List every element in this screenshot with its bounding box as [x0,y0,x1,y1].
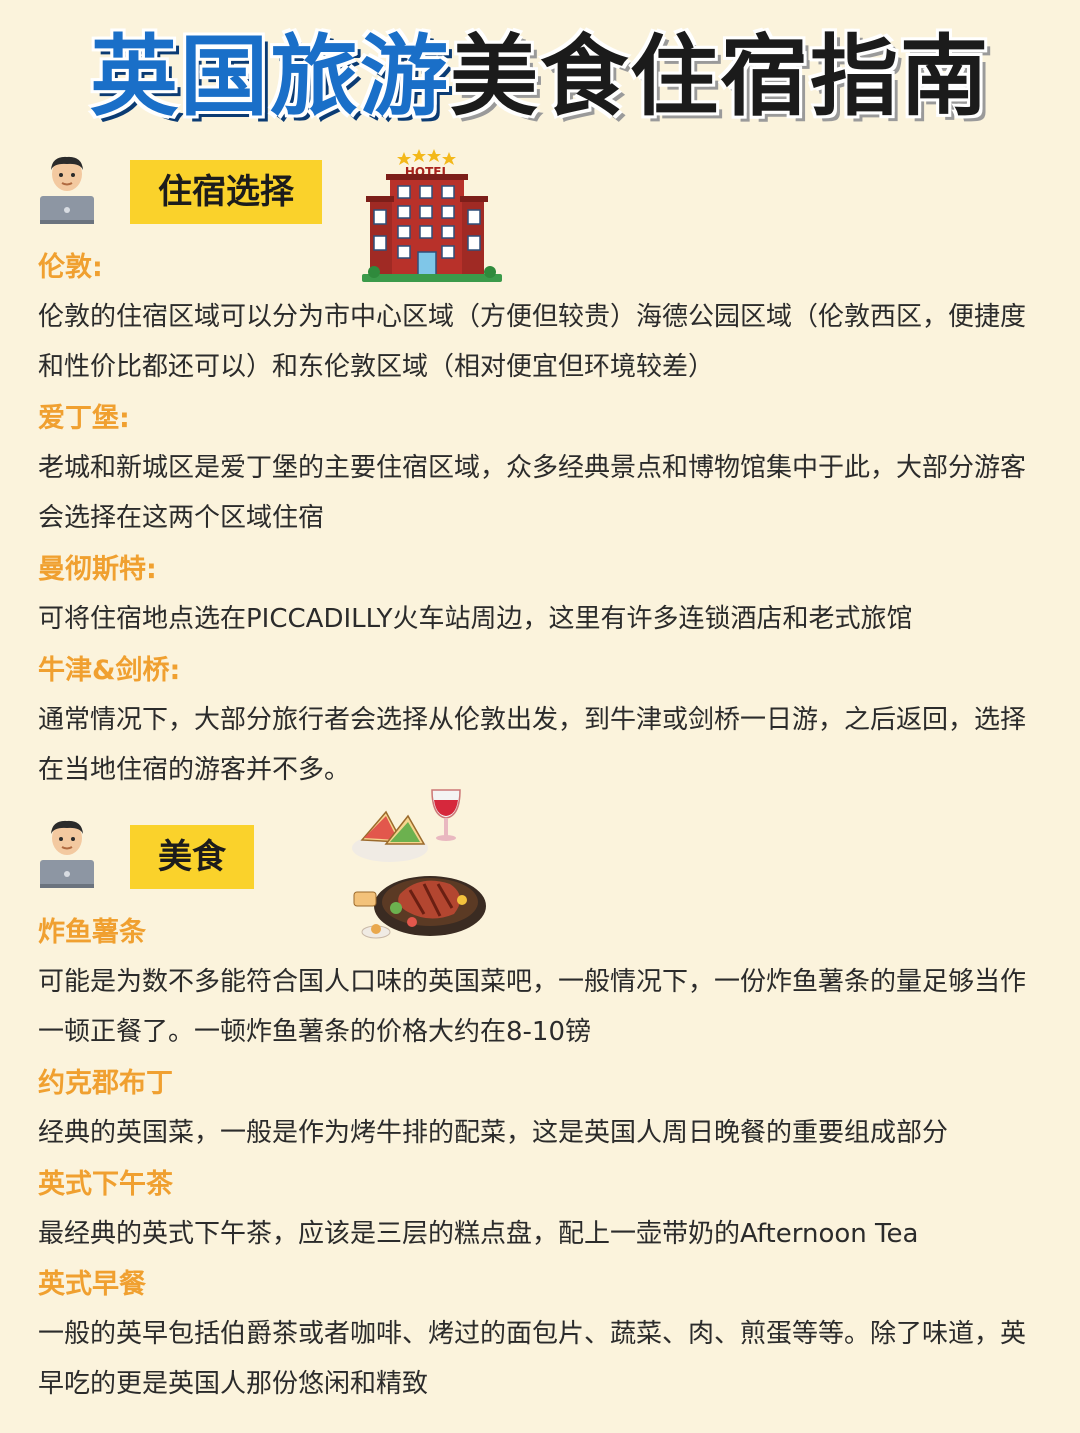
lodging-item-oxbridge-text: 通常情况下，大部分旅行者会选择从伦敦出发，到牛津或剑桥一日游，之后返回，选择在当… [38,705,1027,785]
lodging-item-manchester-name: 曼彻斯特: [38,554,157,585]
lodging-item-london-name: 伦敦: [38,252,103,283]
food-tag: 美食 [130,825,254,889]
page-title: 英国旅游美食住宿指南 [0,22,1080,132]
food-item-afternoon-tea-text: 最经典的英式下午茶，应该是三层的糕点盘，配上一壶带奶的Afternoon Tea [38,1219,919,1249]
food-item-yorkshire-pudding-text: 经典的英国菜，一般是作为烤牛排的配菜，这是英国人周日晚餐的重要组成部分 [38,1118,949,1148]
lodging-tag: 住宿选择 [130,160,322,224]
food-item-fish-chips-text: 可能是为数不多能符合国人口味的英国菜吧，一般情况下，一份炸鱼薯条的量足够当作一顿… [38,967,1027,1047]
lodging-item-manchester-text: 可将住宿地点选在PICCADILLY火车站周边，这里有许多连锁酒店和老式旅馆 [38,604,913,634]
lodging-item-london-text: 伦敦的住宿区域可以分为市中心区域（方便但较贵）海德公园区域（伦敦西区，便捷度和性… [38,302,1027,382]
title-part-2: 美食住宿指南 [450,25,991,128]
food-platter-icon [352,789,486,939]
food-item-yorkshire-pudding-name: 约克郡布丁 [38,1068,173,1099]
hotel-building-icon: HOTEL [362,149,502,282]
man-with-laptop-icon [40,156,94,224]
food-item-fish-chips-name: 炸鱼薯条 [38,917,146,948]
lodging-item-oxbridge-name: 牛津&剑桥: [38,655,181,686]
food-item-english-breakfast-text: 一般的英早包括伯爵茶或者咖啡、烤过的面包片、蔬菜、肉、煎蛋等等。除了味道，英早吃… [38,1319,1027,1399]
lodging-item-edinburgh-name: 爱丁堡: [38,403,130,434]
food-item-afternoon-tea-name: 英式下午茶 [38,1169,173,1200]
man-with-laptop-icon [40,820,94,888]
lodging-item-edinburgh-text: 老城和新城区是爱丁堡的主要住宿区域，众多经典景点和博物馆集中于此，大部分游客会选… [38,453,1027,533]
title-part-1: 英国旅游 [89,25,450,128]
food-item-english-breakfast-name: 英式早餐 [38,1269,146,1300]
